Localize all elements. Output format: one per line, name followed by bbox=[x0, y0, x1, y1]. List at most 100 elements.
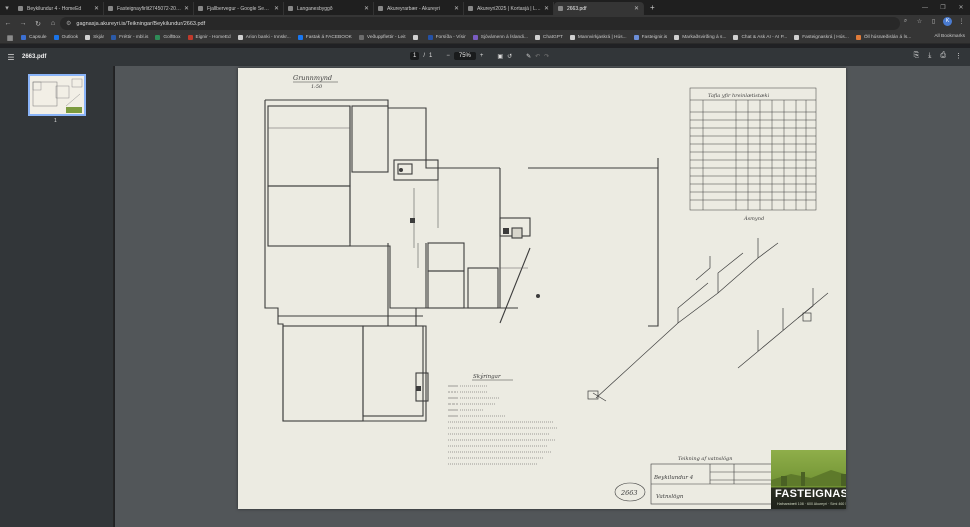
bookmark-item[interactable] bbox=[412, 35, 421, 40]
bookmark-favicon-icon bbox=[187, 35, 193, 40]
bookmark-favicon-icon bbox=[633, 35, 639, 40]
bookmark-item[interactable]: Chat & Ask AI - AI P... bbox=[733, 35, 787, 40]
browser-tab[interactable]: Akureyrarbær - Akureyri ✕ bbox=[374, 2, 464, 15]
bookmark-item[interactable]: Öll húsnæðislán á Ís... bbox=[855, 35, 911, 40]
bookmark-item[interactable]: Fastak á FACEBOOK bbox=[297, 35, 352, 40]
logo-wordmark: FASTEIGNASALA AKUREYRAR bbox=[775, 488, 846, 500]
bookmark-item[interactable]: Fréttir - mbl.is bbox=[111, 35, 148, 40]
fasteignasala-logo: FASTEIGNASALA AKUREYRAR Hafnarstræti 108… bbox=[771, 450, 846, 509]
bookmark-favicon-icon bbox=[412, 35, 418, 40]
annotate-icon[interactable]: ✎ bbox=[526, 53, 531, 60]
browser-tab[interactable]: Langanesbyggð ✕ bbox=[284, 2, 374, 15]
extensions-icon[interactable]: ▯ bbox=[929, 18, 938, 25]
print-icon[interactable]: ⎙ bbox=[940, 52, 946, 60]
zoom-input[interactable]: 75% bbox=[453, 52, 476, 60]
bookmark-label: Veðuppflettir - Leit bbox=[366, 35, 406, 40]
maximize-icon[interactable]: ❐ bbox=[934, 0, 952, 15]
kebab-menu-icon[interactable]: ⋮ bbox=[957, 18, 966, 25]
redo-icon[interactable]: ↷ bbox=[544, 53, 549, 60]
address-bar[interactable]: ⚙ gagnasja.akureyri.is/Teikningar/Beykil… bbox=[60, 17, 900, 30]
tab-search-icon[interactable]: ▾ bbox=[0, 0, 14, 15]
forward-icon[interactable]: → bbox=[16, 17, 30, 31]
close-window-icon[interactable]: ✕ bbox=[952, 0, 970, 15]
bookmark-item[interactable]: Eignir - HomeEd bbox=[187, 35, 231, 40]
browser-tab[interactable]: Fasteignayfirlit2745072-202602 ✕ bbox=[104, 2, 194, 15]
close-tab-icon[interactable]: ✕ bbox=[544, 5, 549, 12]
browser-tab[interactable]: Akureyri2025 | Kortasjá | Loftm ✕ bbox=[464, 2, 554, 15]
bookmark-item[interactable]: Markaðsvirðing á s... bbox=[674, 35, 726, 40]
rotate-icon[interactable]: ↺ bbox=[507, 53, 512, 60]
close-tab-icon[interactable]: ✕ bbox=[364, 5, 369, 12]
bookmark-label: Fastak á FACEBOOK bbox=[305, 35, 352, 40]
page-total: 1 bbox=[429, 53, 433, 59]
page-thumbnail[interactable] bbox=[28, 74, 86, 116]
bookmark-favicon-icon bbox=[155, 35, 161, 40]
thumbnail-page-number: 1 bbox=[54, 118, 57, 124]
bookmarks-bar: ▦ Capsule Outlook Skjár Fréttir - mbl.is Gol… bbox=[0, 32, 970, 44]
bookmark-favicon-icon bbox=[111, 35, 117, 40]
minimize-icon[interactable]: — bbox=[916, 0, 934, 15]
bookmark-item[interactable]: Capsule bbox=[21, 35, 47, 40]
bookmark-favicon-icon bbox=[85, 35, 91, 40]
bookmark-favicon-icon bbox=[674, 35, 680, 40]
floorplan-title: Grunnmynd bbox=[293, 74, 332, 82]
bookmark-item[interactable]: Skjár bbox=[85, 35, 104, 40]
more-options-icon[interactable]: ⋮ bbox=[955, 52, 962, 60]
bookmark-item[interactable]: Forsíða - Vísir bbox=[427, 35, 466, 40]
bookmark-item[interactable]: Mannvirkjaskrá | Hús... bbox=[569, 35, 627, 40]
bookmark-item[interactable]: Outlook bbox=[53, 35, 79, 40]
isometric-pipe-diagram bbox=[587, 238, 829, 402]
all-bookmarks-button[interactable]: All Bookmarks bbox=[934, 34, 965, 39]
zoom-out-icon[interactable]: − bbox=[446, 53, 450, 59]
back-icon[interactable]: ← bbox=[1, 17, 15, 31]
close-tab-icon[interactable]: ✕ bbox=[634, 5, 639, 12]
bookmark-item[interactable]: Fasteignaskrá | Hús... bbox=[794, 35, 849, 40]
bookmark-item[interactable]: Arion banki - Innskr... bbox=[237, 35, 291, 40]
zoom-icon[interactable]: ⌕ bbox=[901, 18, 910, 25]
bookmark-label: Mannvirkjaskrá | Hús... bbox=[577, 35, 627, 40]
bookmark-label: Forsíða - Vísir bbox=[435, 35, 466, 40]
reload-icon[interactable]: ↻ bbox=[31, 17, 45, 31]
bookmark-item[interactable]: GolfBox bbox=[155, 35, 181, 40]
site-info-icon[interactable]: ⚙ bbox=[66, 20, 71, 27]
pdf-filename: 2663.pdf bbox=[22, 54, 47, 60]
browser-tab[interactable]: Fjallbervegur - Google Search ✕ bbox=[194, 2, 284, 15]
bookmark-label: Outlook bbox=[61, 35, 79, 40]
apps-grid-icon[interactable]: ▦ bbox=[3, 31, 17, 45]
star-icon[interactable]: ☆ bbox=[915, 18, 924, 25]
window-controls: — ❐ ✕ bbox=[916, 0, 970, 15]
bookmark-label: Markaðsvirðing á s... bbox=[682, 35, 727, 40]
page-number-input[interactable]: 1 bbox=[410, 52, 420, 60]
fit-page-icon[interactable]: ▣ bbox=[497, 53, 503, 60]
tab-favicon-icon bbox=[288, 6, 293, 11]
close-tab-icon[interactable]: ✕ bbox=[274, 5, 279, 12]
bookmark-favicon-icon bbox=[569, 35, 575, 40]
pdf-menu-icon[interactable]: ☰ bbox=[0, 53, 22, 62]
bookmark-item[interactable]: ChatGPT bbox=[534, 35, 563, 40]
bookmark-favicon-icon bbox=[794, 35, 800, 40]
download-icon[interactable]: ⤓ bbox=[928, 52, 931, 60]
bookmark-item[interactable]: Sjóvámenn á Íslandi... bbox=[472, 35, 528, 40]
title-block-address: Beykilundur 4 bbox=[653, 475, 694, 481]
profile-avatar[interactable]: K bbox=[943, 17, 952, 26]
bookmark-favicon-icon bbox=[534, 35, 540, 40]
table-title: Tafla yfir hreinlætistæki bbox=[708, 93, 770, 99]
close-tab-icon[interactable]: ✕ bbox=[184, 5, 189, 12]
browser-tab[interactable]: Beykilundur 4 - HomeEd ✕ bbox=[14, 2, 104, 15]
close-tab-icon[interactable]: ✕ bbox=[94, 5, 99, 12]
home-icon[interactable]: ⌂ bbox=[46, 17, 60, 31]
bookmark-item[interactable]: Veðuppflettir - Leit bbox=[358, 35, 406, 40]
browser-tab-active[interactable]: 2663.pdf ✕ bbox=[554, 2, 644, 15]
zoom-in-icon[interactable]: + bbox=[480, 53, 484, 59]
bookmark-label: Capsule bbox=[29, 35, 47, 40]
legend-lines bbox=[448, 385, 558, 465]
tab-favicon-icon bbox=[468, 6, 473, 11]
save-with-annotations-icon[interactable]: ⎘ bbox=[914, 52, 920, 60]
close-tab-icon[interactable]: ✕ bbox=[454, 5, 459, 12]
new-tab-icon[interactable]: + bbox=[650, 3, 655, 12]
bookmark-label: Sjóvámenn á Íslandi... bbox=[480, 35, 528, 40]
bookmark-item[interactable]: Fasteignir.is bbox=[633, 35, 667, 40]
url-text: gagnasja.akureyri.is/Teikningar/Beykilun… bbox=[76, 20, 206, 27]
page-separator: / bbox=[423, 53, 426, 59]
undo-icon[interactable]: ↶ bbox=[535, 53, 540, 60]
